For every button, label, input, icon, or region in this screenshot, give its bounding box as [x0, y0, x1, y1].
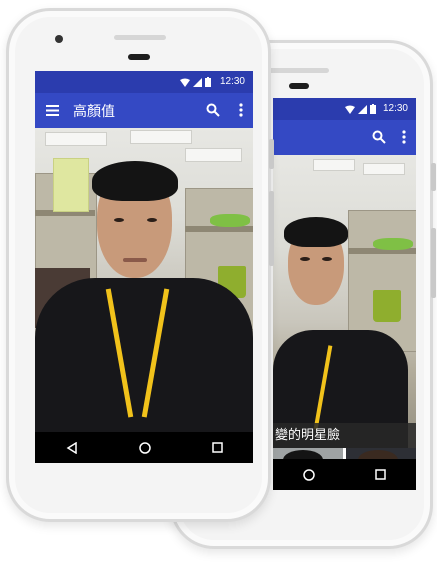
- more-vert-icon[interactable]: [402, 130, 406, 144]
- back-phone-camera: [289, 83, 309, 89]
- wifi-icon: [180, 78, 190, 87]
- back-nav-bar: [273, 459, 416, 490]
- app-title: 高顏值: [73, 104, 115, 120]
- back-icon[interactable]: [66, 441, 78, 454]
- back-camera-preview: [273, 155, 416, 459]
- nav-bar: [35, 432, 253, 463]
- status-icons: [180, 77, 211, 87]
- shopping-bag: [53, 158, 89, 212]
- hair: [92, 161, 178, 201]
- ceiling-tile: [45, 132, 107, 146]
- front-phone-screen: 12:30 高顏值: [35, 71, 253, 463]
- eye: [300, 257, 310, 261]
- mug: [373, 290, 401, 322]
- back-phone-earpiece: [269, 68, 329, 73]
- back-status-bar: 12:30: [273, 98, 416, 120]
- back-status-time: 12:30: [382, 103, 408, 114]
- battery-icon: [370, 104, 376, 114]
- home-icon[interactable]: [303, 468, 315, 481]
- front-phone-volume-button: [269, 191, 274, 266]
- result-label: 變的明星臉: [273, 423, 416, 448]
- signal-icon: [193, 77, 202, 87]
- hair: [284, 217, 348, 247]
- app-bar: 高顏值: [35, 93, 253, 128]
- status-bar: 12:30: [35, 71, 253, 93]
- signal-icon: [358, 104, 367, 114]
- front-camera: [55, 35, 63, 43]
- menu-icon[interactable]: [46, 105, 59, 116]
- home-icon[interactable]: [138, 441, 151, 454]
- search-icon[interactable]: [206, 103, 220, 117]
- shelf: [185, 226, 253, 232]
- front-phone-frame: 12:30 高顏值: [6, 8, 274, 522]
- mouth: [123, 258, 147, 262]
- front-phone-power-button: [269, 139, 274, 169]
- search-icon[interactable]: [372, 130, 386, 144]
- eye: [114, 218, 124, 222]
- back-phone-screen: 12:30 變的明星臉: [273, 98, 416, 490]
- back-phone-power-button: [431, 163, 436, 191]
- front-phone-earpiece: [114, 35, 166, 40]
- status-time: 12:30: [219, 76, 245, 87]
- battery-icon: [205, 77, 211, 87]
- back-phone-volume-button: [431, 228, 436, 298]
- ceiling-tile: [185, 148, 242, 162]
- ceiling-tile: [313, 159, 355, 171]
- back-status-icons: [345, 104, 376, 114]
- plant: [210, 214, 250, 227]
- front-phone-sensor: [128, 54, 150, 60]
- more-vert-icon[interactable]: [239, 103, 243, 117]
- camera-preview: [35, 128, 253, 432]
- wifi-icon: [345, 105, 355, 114]
- eye: [322, 257, 332, 261]
- recents-icon[interactable]: [375, 469, 386, 480]
- eye: [147, 218, 157, 222]
- ceiling-tile: [130, 130, 192, 144]
- ceiling-tile: [363, 163, 405, 175]
- back-app-bar: [273, 120, 416, 155]
- plant: [373, 238, 413, 250]
- recents-icon[interactable]: [211, 442, 223, 453]
